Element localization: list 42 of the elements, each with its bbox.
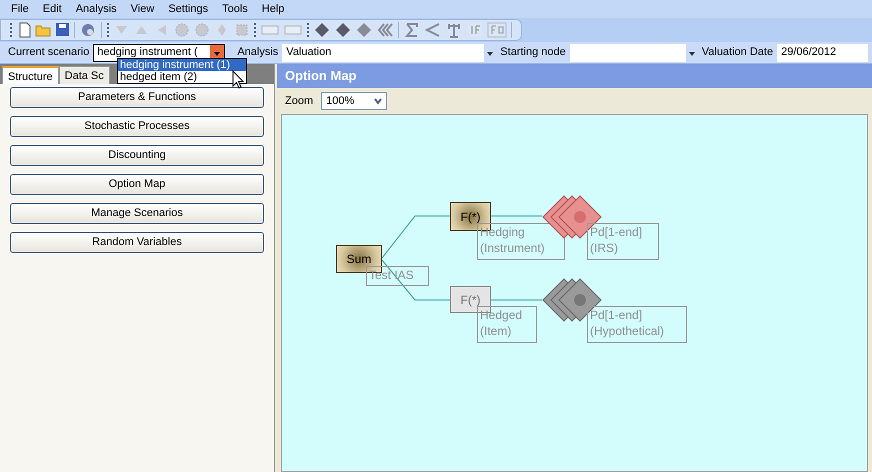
node-label: Pd[1-end] (IRS): [587, 223, 659, 260]
sidebar-button[interactable]: Manage Scenarios: [10, 203, 264, 224]
diamond-icon[interactable]: [355, 21, 373, 39]
node-label: Test IAS: [366, 266, 429, 286]
tab[interactable]: Data Sc: [58, 66, 110, 84]
zoom-dropdown[interactable]: 100%: [321, 92, 388, 110]
menu-item[interactable]: Edit: [36, 0, 69, 18]
menu-item[interactable]: Tools: [215, 0, 255, 18]
node-label: Hedged (Item): [477, 306, 537, 343]
dropdown-option[interactable]: hedging instrument (1): [118, 59, 246, 71]
branch-icon[interactable]: [424, 21, 442, 39]
menu-item[interactable]: Settings: [161, 0, 216, 18]
chevrons-icon[interactable]: [376, 21, 394, 39]
connector-line: [382, 216, 450, 258]
sigma-icon[interactable]: [403, 21, 421, 39]
function-node: F(*): [450, 286, 491, 313]
globe-icon[interactable]: [79, 21, 97, 39]
menu-item[interactable]: View: [124, 0, 162, 18]
diamond-icon[interactable]: [313, 21, 331, 39]
scenario-label: Current scenario: [8, 45, 90, 60]
diamond-icon[interactable]: [334, 21, 352, 39]
sidebar-button[interactable]: Option Map: [10, 174, 264, 195]
if-icon[interactable]: [466, 21, 484, 39]
sidebar-button[interactable]: Random Variables: [10, 232, 264, 253]
menu-item[interactable]: File: [4, 0, 36, 18]
analysis-dropdown[interactable]: Valuation: [282, 44, 496, 62]
function-icon[interactable]: [487, 21, 507, 39]
menu-item[interactable]: Help: [254, 0, 292, 18]
sidebar-button[interactable]: Discounting: [10, 145, 264, 166]
menu-item[interactable]: Analysis: [68, 0, 124, 18]
valuation-date-label: Valuation Date: [702, 45, 774, 60]
save-icon[interactable]: [54, 21, 70, 39]
node-label: Pd[1-end] (Hypothetical): [587, 306, 687, 343]
date-field[interactable]: 29/06/2012: [777, 44, 868, 62]
sidebar-button[interactable]: Stochastic Processes: [10, 116, 264, 137]
panel-title: Option Map: [285, 67, 356, 86]
starting-node-label: Starting node: [500, 45, 566, 60]
analysis-label: Analysis: [237, 45, 278, 60]
starting-node-dropdown[interactable]: [570, 44, 698, 62]
zoom-label: Zoom: [285, 94, 314, 109]
sidebar-button[interactable]: Parameters & Functions: [10, 87, 264, 108]
tab[interactable]: Structure: [2, 66, 59, 84]
